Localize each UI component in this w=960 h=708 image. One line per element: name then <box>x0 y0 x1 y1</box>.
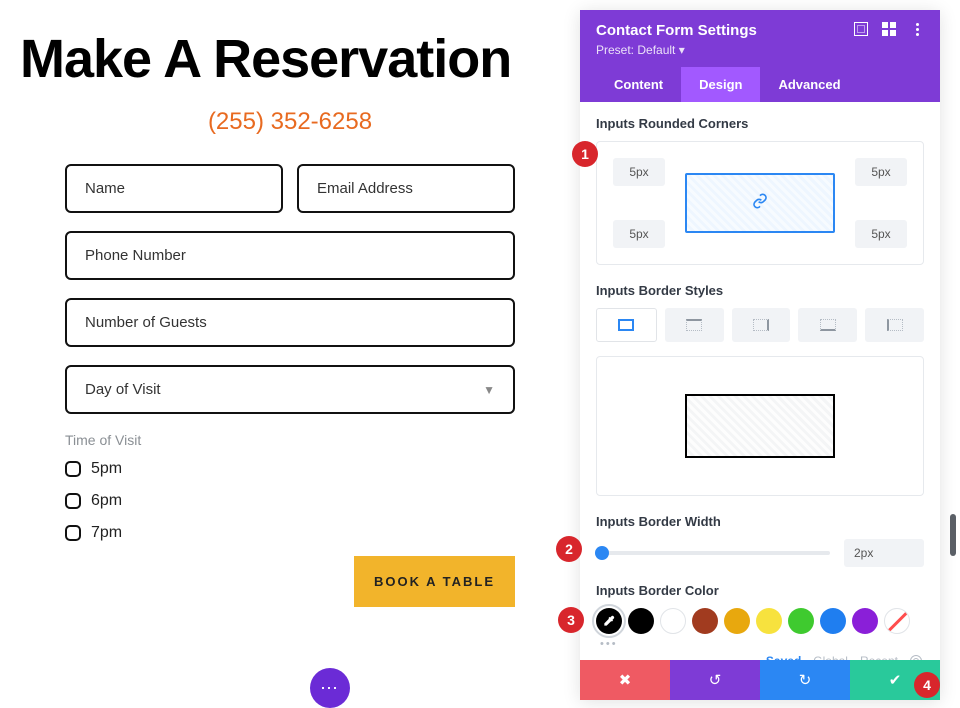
time-option-label: 7pm <box>91 524 122 542</box>
time-group-label: Time of Visit <box>65 432 515 448</box>
color-swatches <box>596 608 924 634</box>
annotation-marker: 2 <box>556 536 582 562</box>
corner-tr-input[interactable]: 5px <box>855 158 907 186</box>
checkbox-icon <box>65 493 81 509</box>
checkbox-icon <box>65 461 81 477</box>
panel-tabs: Content Design Advanced <box>596 67 924 102</box>
annotation-marker: 4 <box>914 672 940 698</box>
chevron-down-icon: ▼ <box>483 383 495 397</box>
panel-footer: ✖ ↺ ↻ ✔ <box>580 660 940 700</box>
more-icon[interactable] <box>910 22 924 36</box>
preview-box <box>685 394 835 458</box>
scrollbar-thumb[interactable] <box>950 514 956 556</box>
expand-icon[interactable] <box>854 22 868 36</box>
palette-global[interactable]: Global <box>813 654 848 660</box>
annotation-marker: 3 <box>558 607 584 633</box>
settings-panel: Contact Form Settings Preset: Default ▾ … <box>580 10 940 700</box>
eyedropper-swatch[interactable] <box>596 608 622 634</box>
submit-button[interactable]: BOOK A TABLE <box>354 556 515 607</box>
phone-field[interactable]: Phone Number <box>65 231 515 280</box>
color-swatch[interactable] <box>628 608 654 634</box>
panel-header: Contact Form Settings Preset: Default ▾ … <box>580 10 940 102</box>
checkbox-icon <box>65 525 81 541</box>
color-swatch-none[interactable] <box>884 608 910 634</box>
slider-thumb[interactable] <box>595 546 609 560</box>
day-select[interactable]: Day of Visit ▼ <box>65 365 515 414</box>
border-style-top[interactable] <box>665 308 724 342</box>
grid-icon[interactable] <box>882 22 896 36</box>
time-option[interactable]: 7pm <box>65 524 515 542</box>
time-option-label: 6pm <box>91 492 122 510</box>
more-colors-icon[interactable]: ••• <box>596 638 924 650</box>
border-style-right[interactable] <box>732 308 791 342</box>
palette-recent[interactable]: Recent <box>860 654 898 660</box>
email-field[interactable]: Email Address <box>297 164 515 213</box>
page-canvas: Make A Reservation (255) 352-6258 Name E… <box>0 0 580 607</box>
section-border-width: Inputs Border Width <box>596 514 924 529</box>
color-swatch[interactable] <box>724 608 750 634</box>
reservation-form: Name Email Address Phone Number Number o… <box>65 164 515 607</box>
palette-saved[interactable]: Saved <box>766 654 801 660</box>
corner-bl-input[interactable]: 5px <box>613 220 665 248</box>
corner-br-input[interactable]: 5px <box>855 220 907 248</box>
border-preview <box>596 356 924 496</box>
border-style-left[interactable] <box>865 308 924 342</box>
guests-field[interactable]: Number of Guests <box>65 298 515 347</box>
cancel-button[interactable]: ✖ <box>580 660 670 700</box>
section-border-color: Inputs Border Color <box>596 583 924 598</box>
border-width-slider[interactable] <box>596 551 830 555</box>
time-option[interactable]: 5pm <box>65 460 515 478</box>
color-swatch[interactable] <box>820 608 846 634</box>
border-style-bottom[interactable] <box>798 308 857 342</box>
panel-title: Contact Form Settings <box>596 22 757 39</box>
corner-preview <box>685 173 835 233</box>
page-title: Make A Reservation <box>20 28 560 90</box>
panel-body: Inputs Rounded Corners 5px 5px 5px 5px I… <box>580 102 940 660</box>
link-icon[interactable] <box>752 193 768 214</box>
color-swatch[interactable] <box>788 608 814 634</box>
corner-tl-input[interactable]: 5px <box>613 158 665 186</box>
tab-content[interactable]: Content <box>596 67 681 102</box>
annotation-marker: 1 <box>572 141 598 167</box>
color-swatch[interactable] <box>852 608 878 634</box>
section-border-styles: Inputs Border Styles <box>596 283 924 298</box>
preset-selector[interactable]: Preset: Default ▾ <box>596 43 757 57</box>
day-select-label: Day of Visit <box>85 381 161 398</box>
fab-more-button[interactable]: ⋯ <box>310 668 350 708</box>
redo-button[interactable]: ↻ <box>760 660 850 700</box>
rounded-corners-control: 5px 5px 5px 5px <box>596 141 924 265</box>
undo-button[interactable]: ↺ <box>670 660 760 700</box>
tab-design[interactable]: Design <box>681 67 760 102</box>
border-style-buttons <box>596 308 924 342</box>
color-swatch[interactable] <box>660 608 686 634</box>
name-field[interactable]: Name <box>65 164 283 213</box>
time-option-label: 5pm <box>91 460 122 478</box>
phone-number: (255) 352-6258 <box>20 108 560 136</box>
section-rounded-corners: Inputs Rounded Corners <box>596 116 924 131</box>
color-swatch[interactable] <box>756 608 782 634</box>
border-style-all[interactable] <box>596 308 657 342</box>
tab-advanced[interactable]: Advanced <box>760 67 858 102</box>
color-swatch[interactable] <box>692 608 718 634</box>
time-option[interactable]: 6pm <box>65 492 515 510</box>
gear-icon[interactable] <box>910 655 922 660</box>
border-width-input[interactable]: 2px <box>844 539 924 567</box>
